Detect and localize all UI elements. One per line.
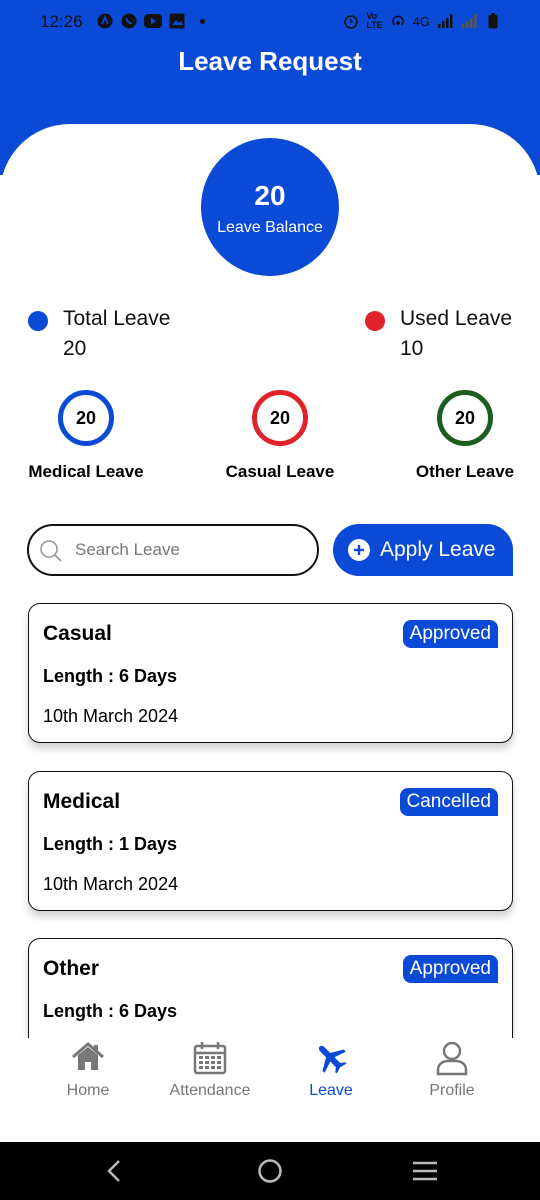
casual-leave-count: 20	[269, 407, 291, 428]
leave-date: 10th March 2024	[43, 706, 179, 726]
medical-leave-ring: 20	[58, 390, 114, 446]
nav-leave[interactable]: Leave	[271, 1040, 391, 1142]
search-box[interactable]	[27, 524, 319, 576]
bottom-navigation: Home Attendance Leave Profile	[0, 1040, 540, 1142]
total-leave-value: 20	[63, 337, 87, 360]
plus-icon	[348, 539, 370, 561]
more-notifications-dot	[200, 18, 205, 24]
gallery-icon	[168, 12, 186, 30]
used-leave-summary: Used Leave 10	[365, 307, 535, 367]
calendar-icon	[192, 1040, 228, 1076]
home-circle-icon[interactable]	[255, 1156, 285, 1186]
nav-attendance-label: Attendance	[169, 1082, 251, 1099]
leave-request-card[interactable]: Other Approved Length : 6 Days	[28, 938, 513, 1038]
search-input[interactable]	[75, 536, 305, 564]
leave-type: Medical	[43, 790, 121, 813]
search-icon	[39, 539, 63, 568]
apply-leave-label: Apply Leave	[380, 538, 496, 561]
status-bar: 12:26 Vo LTE 4G	[0, 0, 540, 44]
status-badge: Approved	[402, 620, 498, 648]
whatsapp-icon	[120, 12, 138, 30]
notification-app-icon	[96, 12, 114, 30]
alarm-icon	[342, 12, 360, 30]
other-leave-label: Other Leave	[415, 462, 515, 481]
leave-request-card[interactable]: Casual Approved Length : 6 Days 10th Mar…	[28, 603, 513, 743]
signal-icon	[436, 12, 454, 30]
page-title: Leave Request	[178, 46, 362, 76]
medical-leave-label: Medical Leave	[28, 462, 144, 481]
network-type: 4G	[412, 13, 430, 29]
leave-length: Length : 6 Days	[43, 1001, 178, 1021]
nav-profile-label: Profile	[429, 1082, 475, 1099]
nav-leave-label: Leave	[309, 1082, 353, 1099]
apply-leave-button[interactable]: Apply Leave	[333, 524, 513, 576]
other-leave-ring: 20	[437, 390, 493, 446]
leave-length: Length : 6 Days	[43, 666, 178, 686]
leave-balance-value: 20	[254, 180, 286, 211]
nav-attendance[interactable]: Attendance	[150, 1040, 270, 1142]
leave-date: 10th March 2024	[43, 874, 179, 894]
airplane-icon	[313, 1040, 349, 1076]
leave-type: Casual	[43, 622, 112, 645]
other-leave-count: 20	[454, 407, 476, 428]
total-leave-dot	[28, 311, 48, 331]
signal-sim2-icon	[460, 12, 478, 30]
youtube-icon	[144, 12, 162, 30]
total-leave-summary: Total Leave 20	[28, 307, 228, 367]
back-icon[interactable]	[99, 1156, 129, 1186]
leave-length: Length : 1 Days	[43, 834, 178, 854]
system-navigation-bar	[0, 1142, 540, 1200]
used-leave-label: Used Leave	[400, 307, 513, 330]
status-badge: Cancelled	[399, 788, 498, 816]
nav-home[interactable]: Home	[28, 1040, 148, 1142]
leave-request-card[interactable]: Medical Cancelled Length : 1 Days 10th M…	[28, 771, 513, 911]
recents-menu-icon[interactable]	[410, 1156, 440, 1186]
used-leave-dot	[365, 311, 385, 331]
status-time: 12:26	[40, 12, 83, 31]
medical-leave-count: 20	[75, 407, 97, 428]
home-icon	[70, 1040, 106, 1076]
battery-icon	[484, 12, 502, 30]
leave-balance-circle: 20 Leave Balance	[201, 138, 339, 276]
nav-home-label: Home	[66, 1082, 110, 1099]
total-leave-label: Total Leave	[63, 307, 171, 330]
status-badge: Approved	[402, 955, 498, 983]
hotspot-icon	[389, 12, 407, 30]
profile-icon	[434, 1040, 470, 1076]
used-leave-value: 10	[400, 337, 424, 360]
leave-balance-label: Leave Balance	[217, 219, 323, 236]
nav-profile[interactable]: Profile	[392, 1040, 512, 1142]
leave-type: Other	[43, 957, 100, 980]
leave-request-list[interactable]: Casual Approved Length : 6 Days 10th Mar…	[0, 590, 540, 1038]
casual-leave-label: Casual Leave	[225, 462, 335, 481]
casual-leave-ring: 20	[252, 390, 308, 446]
volte-icon: Vo LTE	[366, 11, 383, 30]
